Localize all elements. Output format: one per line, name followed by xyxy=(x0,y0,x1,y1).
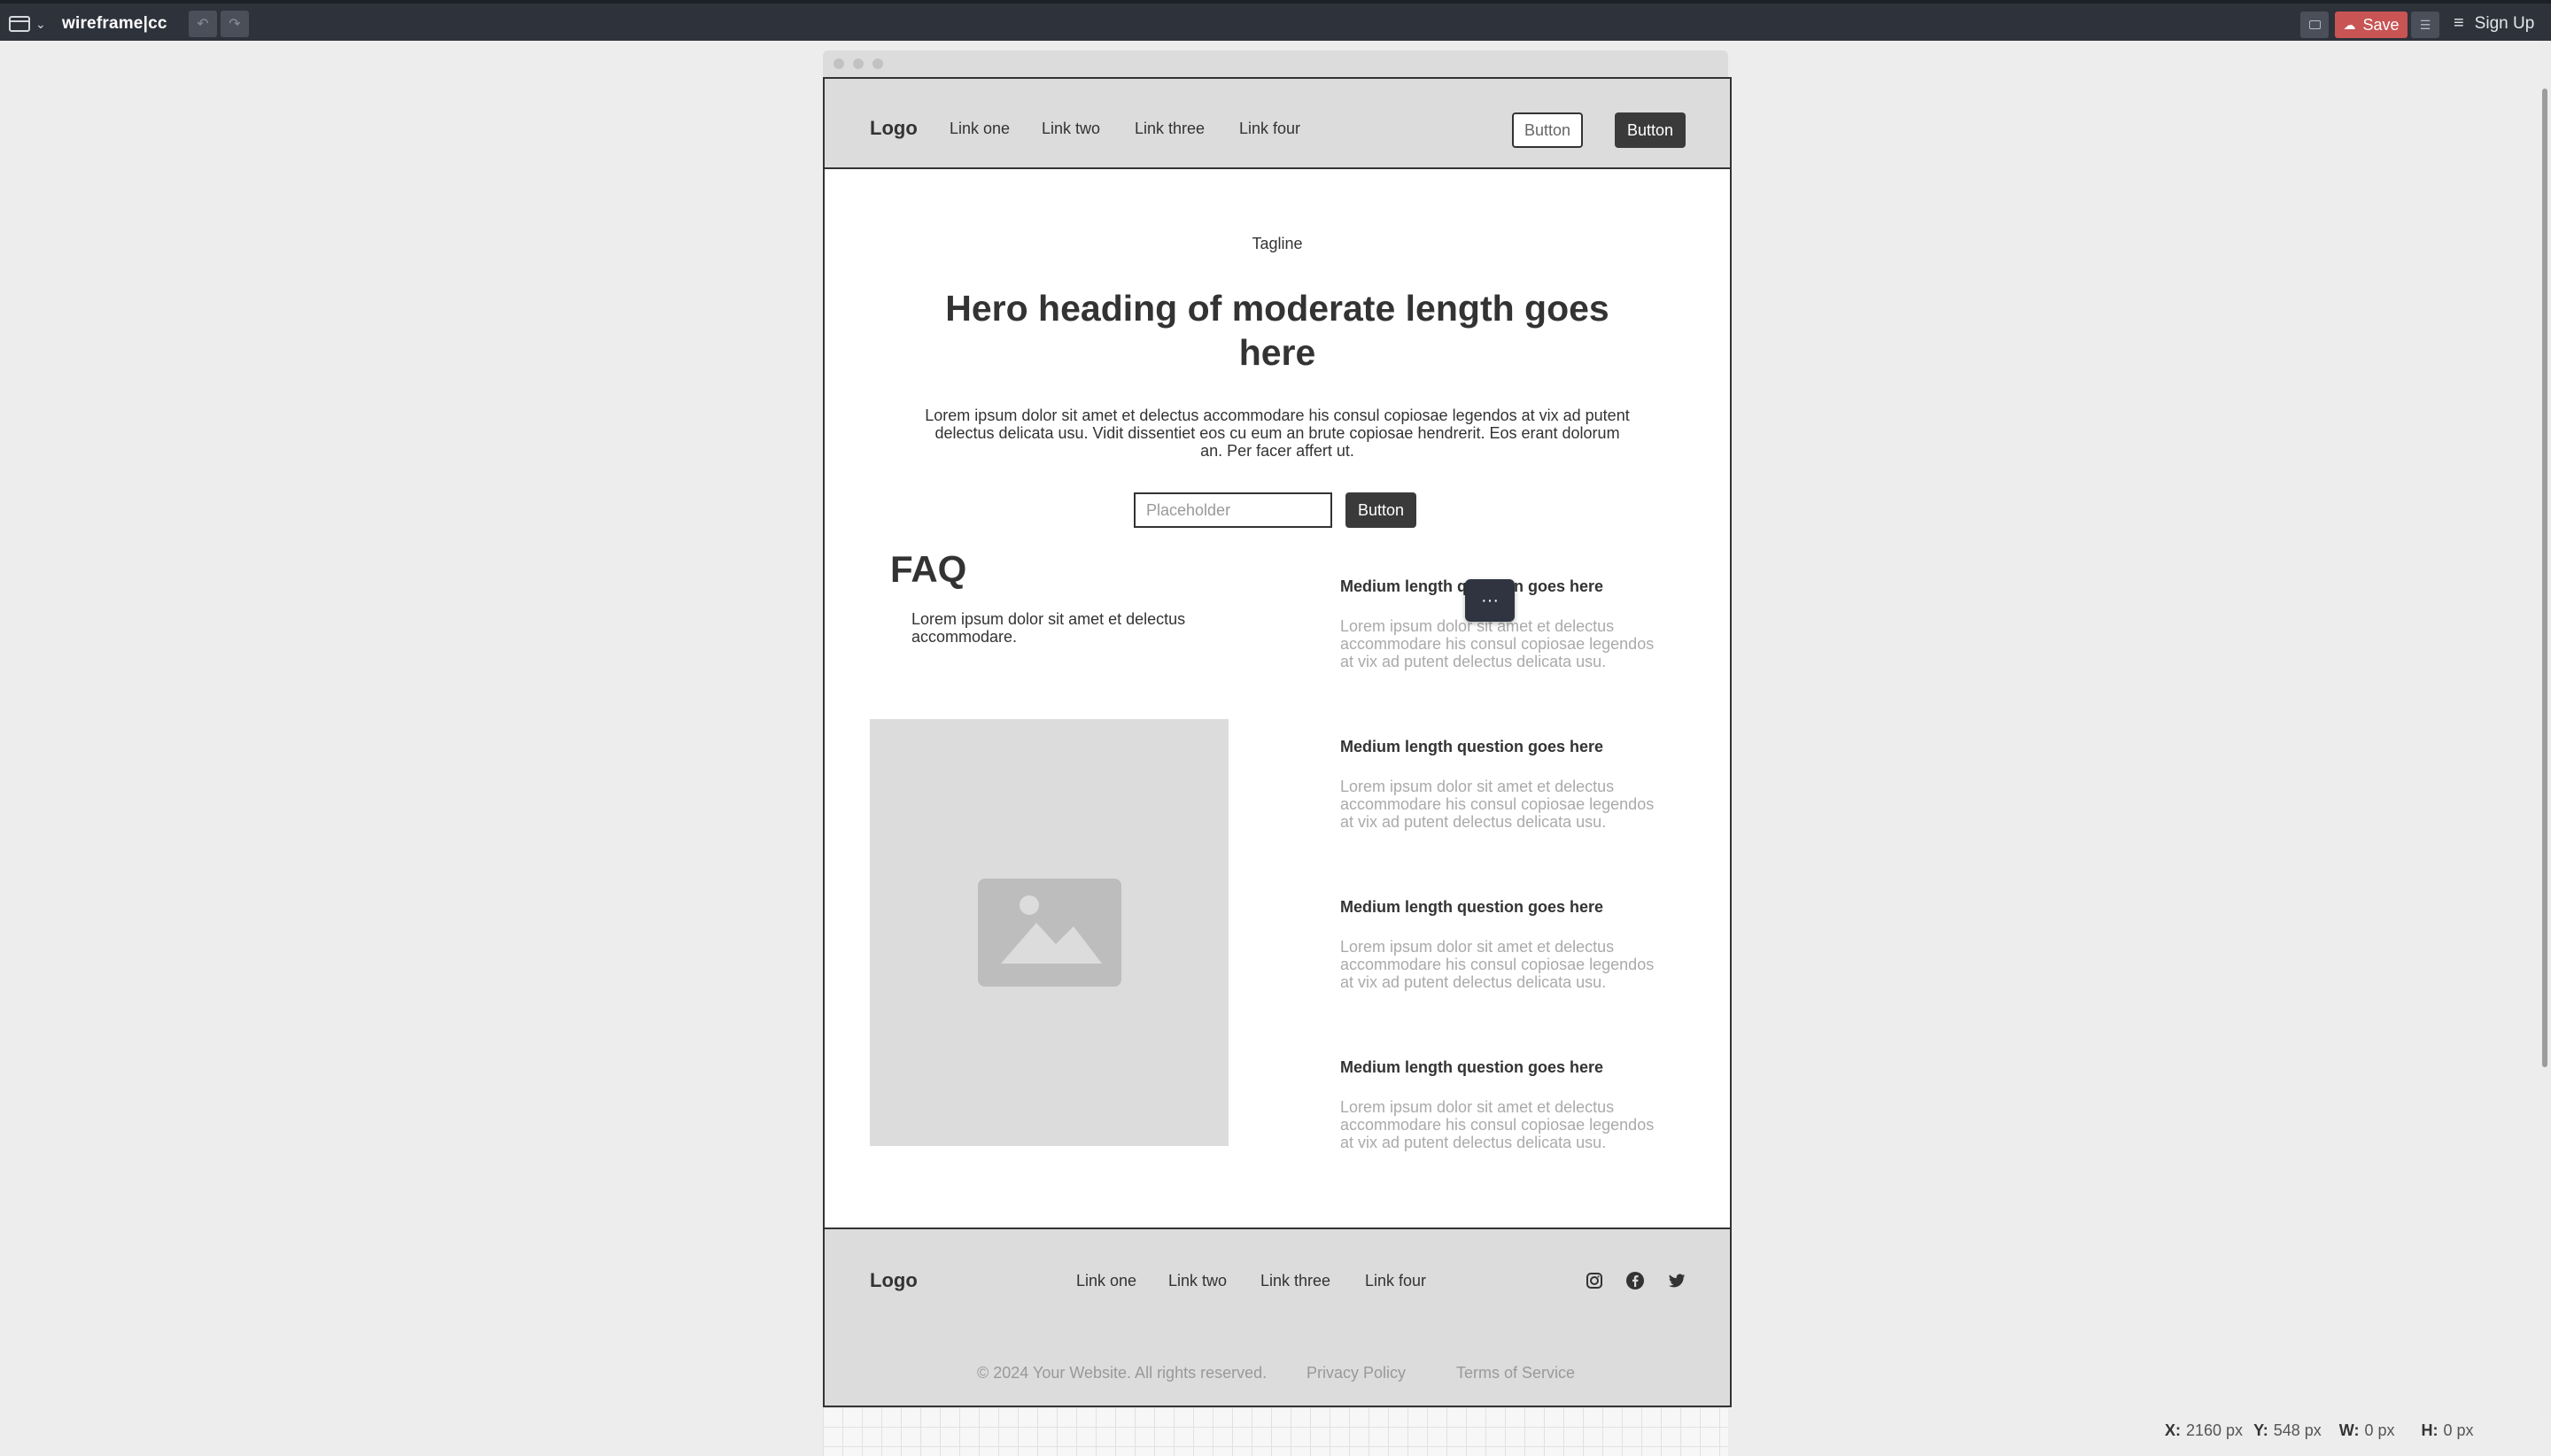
comment-button[interactable] xyxy=(2300,12,2329,38)
footer-logo[interactable]: Logo xyxy=(870,1269,918,1292)
window-menu-button[interactable]: ⌄ xyxy=(9,12,50,35)
faq-answer: Lorem ipsum dolor sit amet et delectus a… xyxy=(1340,938,1655,991)
w-label: W: xyxy=(2338,1421,2360,1439)
scrollbar-thumb[interactable] xyxy=(2542,89,2547,1067)
redo-icon: ↷ xyxy=(229,17,241,32)
w-value: 0 px xyxy=(2364,1421,2395,1439)
element-options-button[interactable]: ··· xyxy=(1465,579,1515,622)
nav-link-four[interactable]: Link four xyxy=(1239,120,1300,138)
faq-item[interactable]: Medium length question goes here Lorem i… xyxy=(1340,1057,1663,1151)
sliders-icon: ☰ xyxy=(2419,17,2431,32)
nav-link-one[interactable]: Link one xyxy=(950,120,1010,138)
cloud-icon: ☁ xyxy=(2343,17,2356,32)
chevron-down-icon: ⌄ xyxy=(35,17,46,31)
footer-link-three[interactable]: Link three xyxy=(1260,1272,1330,1290)
wireframe-canvas[interactable]: Logo Link one Link two Link three Link f… xyxy=(823,77,1732,1407)
faq-question: Medium length question goes here xyxy=(1340,738,1604,755)
window-dot xyxy=(853,58,864,69)
faq-answer: Lorem ipsum dolor sit amet et delectus a… xyxy=(1340,617,1655,670)
faq-item[interactable]: Medium length question goes here Lorem i… xyxy=(1340,897,1663,991)
image-placeholder[interactable] xyxy=(870,719,1229,1146)
browser-chrome xyxy=(823,50,1728,77)
facebook-icon[interactable] xyxy=(1625,1271,1645,1290)
nav-link-three[interactable]: Link three xyxy=(1135,120,1205,138)
site-footer[interactable]: Logo Link one Link two Link three Link f… xyxy=(825,1228,1730,1406)
faq-title: FAQ xyxy=(890,548,967,590)
hero-tagline: Tagline xyxy=(1252,235,1303,252)
save-button[interactable]: ☁ Save xyxy=(2335,12,2408,38)
undo-button[interactable]: ↶ xyxy=(189,11,217,37)
h-label: H: xyxy=(2421,1421,2439,1439)
redo-button[interactable]: ↷ xyxy=(221,11,249,37)
nav-link-two[interactable]: Link two xyxy=(1042,120,1100,138)
privacy-policy-link[interactable]: Privacy Policy xyxy=(1307,1364,1406,1382)
x-label: X: xyxy=(2165,1421,2181,1439)
window-dot xyxy=(872,58,883,69)
signup-label: Sign Up xyxy=(2474,13,2535,33)
app-toolbar: ⌄ wireframe|cc ↶ ↷ ☁ Save ☰ ≡ Sign Up xyxy=(0,0,2551,41)
faq-item[interactable]: Medium length question goes here Lorem i… xyxy=(1340,737,1663,831)
settings-button[interactable]: ☰ xyxy=(2411,12,2439,38)
main-menu-button[interactable]: ≡ Sign Up xyxy=(2454,13,2534,34)
status-bar: X: 2160 px Y: 548 px W: 0 px H: 0 px xyxy=(2165,1417,2551,1444)
footer-link-two[interactable]: Link two xyxy=(1168,1272,1227,1290)
header-logo[interactable]: Logo xyxy=(870,117,918,140)
hero-body-text: Lorem ipsum dolor sit amet et delectus a… xyxy=(925,407,1630,460)
email-input[interactable]: Placeholder xyxy=(1134,492,1332,528)
hero-cta-button[interactable]: Button xyxy=(1345,492,1416,528)
comment-icon xyxy=(2308,20,2321,29)
footer-link-one[interactable]: Link one xyxy=(1076,1272,1136,1290)
y-value: 548 px xyxy=(2273,1421,2322,1439)
header-primary-button[interactable]: Button xyxy=(1615,112,1686,148)
canvas-grid xyxy=(823,1407,1728,1456)
save-label: Save xyxy=(2362,15,2400,34)
faq-answer: Lorem ipsum dolor sit amet et delectus a… xyxy=(1340,1098,1655,1151)
faq-question: Medium length question goes here xyxy=(1340,898,1604,916)
more-icon: ··· xyxy=(1481,590,1499,610)
hero-heading: Hero heading of moderate length goes her… xyxy=(945,288,1609,373)
h-value: 0 px xyxy=(2443,1421,2474,1439)
y-label: Y: xyxy=(2253,1421,2268,1439)
undo-icon: ↶ xyxy=(197,17,209,32)
x-value: 2160 px xyxy=(2186,1421,2244,1439)
image-icon xyxy=(978,879,1121,987)
faq-answer: Lorem ipsum dolor sit amet et delectus a… xyxy=(1340,778,1655,831)
instagram-icon[interactable] xyxy=(1585,1271,1604,1290)
terms-of-service-link[interactable]: Terms of Service xyxy=(1456,1364,1575,1382)
twitter-icon[interactable] xyxy=(1667,1271,1686,1290)
app-brand: wireframe|cc xyxy=(62,14,167,33)
hamburger-icon: ≡ xyxy=(2454,13,2464,33)
header-outline-button[interactable]: Button xyxy=(1512,112,1583,148)
copyright-text: © 2024 Your Website. All rights reserved… xyxy=(977,1364,1268,1382)
faq-question: Medium length question goes here xyxy=(1340,1058,1604,1076)
window-icon xyxy=(9,16,30,32)
window-dot xyxy=(834,58,844,69)
faq-subtitle: Lorem ipsum dolor sit amet et delectus a… xyxy=(911,610,1186,646)
site-header[interactable]: Logo Link one Link two Link three Link f… xyxy=(825,79,1730,169)
footer-link-four[interactable]: Link four xyxy=(1365,1272,1426,1290)
